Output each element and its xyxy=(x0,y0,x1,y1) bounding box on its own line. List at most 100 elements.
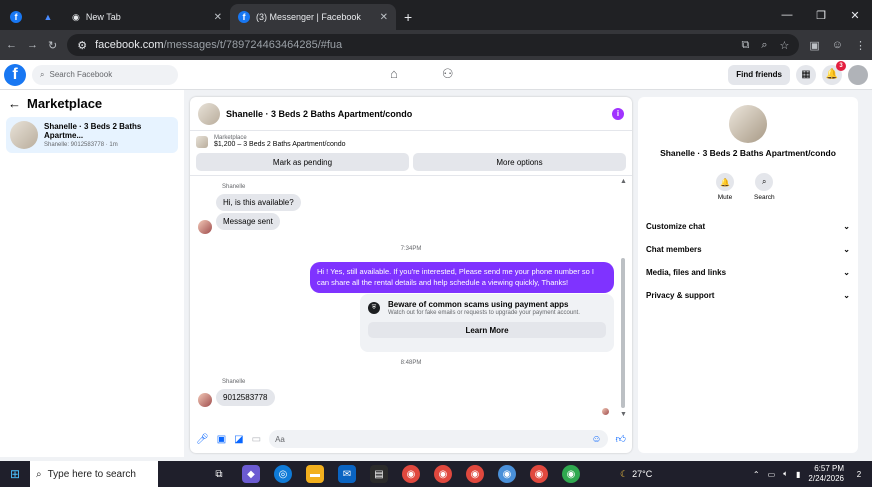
more-options-button[interactable]: More options xyxy=(413,153,626,171)
scrollbar-thumb[interactable] xyxy=(621,258,625,408)
avatar[interactable] xyxy=(198,220,212,234)
sender-name: Shanelle xyxy=(222,184,246,190)
notification-center-icon[interactable]: 2 xyxy=(852,467,866,481)
task-view-icon[interactable]: ⧉ xyxy=(210,465,228,483)
taskbar-search-placeholder: Type here to search xyxy=(47,468,136,480)
message-bubble: Hi, is this available? xyxy=(216,194,301,211)
chrome-icon[interactable]: ◉ xyxy=(530,465,548,483)
avatar[interactable] xyxy=(848,64,868,85)
system-tray: ⌃ ▭ 🔈︎ ▮ 6:57 PM 2/24/2026 2 xyxy=(753,464,872,483)
facebook-logo-icon[interactable]: f xyxy=(4,63,26,86)
tab-new-tab[interactable]: ◉ New Tab ✕ xyxy=(64,4,230,30)
chrome-icon[interactable]: ◉ xyxy=(434,465,452,483)
chrome-icon[interactable]: ◉ xyxy=(466,465,484,483)
chat-title[interactable]: Shanelle · 3 Beds 2 Baths Apartment/cond… xyxy=(226,109,412,119)
restore-icon[interactable]: ❐ xyxy=(804,9,838,22)
search-button[interactable]: ⌕ Search xyxy=(754,173,775,201)
list-item[interactable]: Shanelle · 3 Beds 2 Baths Apartme... Sha… xyxy=(6,117,178,153)
clock[interactable]: 6:57 PM 2/24/2026 xyxy=(808,464,844,483)
new-tab-button[interactable]: + xyxy=(396,4,420,30)
message-bubble: 9012583778 xyxy=(216,389,275,406)
chevron-down-icon: ⌄ xyxy=(843,222,850,231)
listing-thumbnail xyxy=(196,135,208,148)
windows-start-icon[interactable]: ⊞ xyxy=(0,467,30,481)
chevron-up-icon[interactable]: ⌃ xyxy=(753,470,760,479)
image-icon[interactable]: ▣ xyxy=(217,434,226,445)
tab-messenger[interactable]: f (3) Messenger | Facebook ✕ xyxy=(230,4,396,30)
volume-icon[interactable]: 🔈︎ xyxy=(783,469,788,479)
home-icon[interactable]: ⌂ xyxy=(390,66,398,82)
customize-chat-item[interactable]: Customize chat ⌄ xyxy=(646,215,850,238)
search-icon: ⌕ xyxy=(36,468,42,480)
bookmark-icon[interactable]: ☆ xyxy=(779,39,789,52)
chrome-icon[interactable]: ◉ xyxy=(402,465,420,483)
copilot-icon[interactable]: ◆ xyxy=(242,465,260,483)
tab-facebook-pinned[interactable]: f xyxy=(0,4,32,30)
reload-icon[interactable]: ↻ xyxy=(48,39,57,52)
address-bar[interactable]: ⚙ facebook.com/messages/t/78972446346428… xyxy=(67,34,800,56)
gif-icon[interactable]: ▭ xyxy=(252,434,261,445)
friends-icon[interactable]: ⚇ xyxy=(442,66,454,82)
like-icon[interactable]: 👍︎ xyxy=(616,433,626,445)
network-icon[interactable]: ▭ xyxy=(768,470,776,479)
tab-label: (3) Messenger | Facebook xyxy=(256,12,361,22)
profile-icon[interactable]: ☺ xyxy=(832,39,843,52)
weather-widget[interactable]: ☾ 27°C xyxy=(620,469,652,480)
mark-pending-button[interactable]: Mark as pending xyxy=(196,153,409,171)
notification-count: 2 xyxy=(856,469,862,479)
site-info-icon[interactable]: ⚙ xyxy=(77,39,87,52)
privacy-support-item[interactable]: Privacy & support ⌄ xyxy=(646,284,850,307)
chat-panel: Shanelle · 3 Beds 2 Baths Apartment/cond… xyxy=(190,97,632,453)
facebook-search[interactable]: ⌕ Search Facebook xyxy=(32,64,178,85)
bell-icon: 🔔 xyxy=(716,173,734,191)
taskbar-search[interactable]: ⌕ Type here to search xyxy=(30,461,158,487)
zoom-icon[interactable]: ⌕ xyxy=(761,39,767,52)
minimize-icon[interactable]: — xyxy=(770,9,804,21)
back-arrow-icon[interactable]: ← xyxy=(8,96,21,111)
mail-icon[interactable]: ✉ xyxy=(338,465,356,483)
listing-banner: Marketplace $1,200 – 3 Beds 2 Baths Apar… xyxy=(190,131,632,176)
media-files-item[interactable]: Media, files and links ⌄ xyxy=(646,261,850,284)
emoji-icon[interactable]: ☺ xyxy=(591,434,601,445)
conversation-preview: Shanelle: 9012583778 · 1m xyxy=(44,142,118,148)
mute-button[interactable]: 🔔 Mute xyxy=(716,173,734,201)
back-icon[interactable]: ← xyxy=(6,39,17,51)
file-explorer-icon[interactable]: ▬ xyxy=(306,465,324,483)
notifications-icon[interactable]: 🔔 3 xyxy=(822,60,846,85)
info-icon[interactable]: i xyxy=(612,107,624,120)
message-bubble: Message sent xyxy=(216,213,280,230)
close-tab-icon[interactable]: ✕ xyxy=(214,12,222,23)
tab-search-icon[interactable]: ▣ xyxy=(809,39,819,52)
menu-grid-icon[interactable]: ▦ xyxy=(796,64,816,85)
microphone-icon[interactable]: 🎤︎ xyxy=(196,434,209,445)
store-icon[interactable]: ▤ xyxy=(370,465,388,483)
avatar[interactable] xyxy=(198,393,212,407)
message-thread: Shanelle Hi, is this available? Message … xyxy=(190,176,632,422)
chrome-icon[interactable]: ◉ xyxy=(562,465,580,483)
message-input[interactable]: Aa ☺ xyxy=(269,430,608,448)
close-tab-icon[interactable]: ✕ xyxy=(380,12,388,23)
battery-icon[interactable]: ▮ xyxy=(796,470,800,479)
sender-name: Shanelle xyxy=(222,379,246,385)
weather-temp: 27°C xyxy=(632,469,653,479)
listing-thumbnail xyxy=(729,105,767,143)
scroll-down-icon[interactable]: ▼ xyxy=(620,411,627,418)
chat-members-item[interactable]: Chat members ⌄ xyxy=(646,238,850,261)
edge-icon[interactable]: ◎ xyxy=(274,465,292,483)
sticker-icon[interactable]: ◪ xyxy=(234,434,243,445)
chevron-down-icon: ⌄ xyxy=(843,245,850,254)
install-icon[interactable]: ⧉ xyxy=(741,39,749,52)
menu-icon[interactable]: ⋮ xyxy=(855,39,866,52)
chrome-icon[interactable]: ◉ xyxy=(498,465,516,483)
close-window-icon[interactable]: ✕ xyxy=(838,9,872,22)
listing-thumbnail xyxy=(198,102,220,125)
facebook-icon: f xyxy=(238,11,250,23)
scrollbar[interactable]: ▲ ▼ xyxy=(620,178,627,418)
taskbar: ⊞ ⌕ Type here to search ⧉ ◆ ◎ ▬ ✉ ▤ ◉ ◉ … xyxy=(0,461,872,487)
window-controls: — ❐ ✕ xyxy=(770,0,872,30)
scroll-up-icon[interactable]: ▲ xyxy=(620,178,627,185)
find-friends-button[interactable]: Find friends xyxy=(728,64,790,85)
forward-icon[interactable]: → xyxy=(27,39,38,51)
learn-more-button[interactable]: Learn More xyxy=(368,322,606,338)
tab-pinned-2[interactable]: ▲ xyxy=(32,4,64,30)
